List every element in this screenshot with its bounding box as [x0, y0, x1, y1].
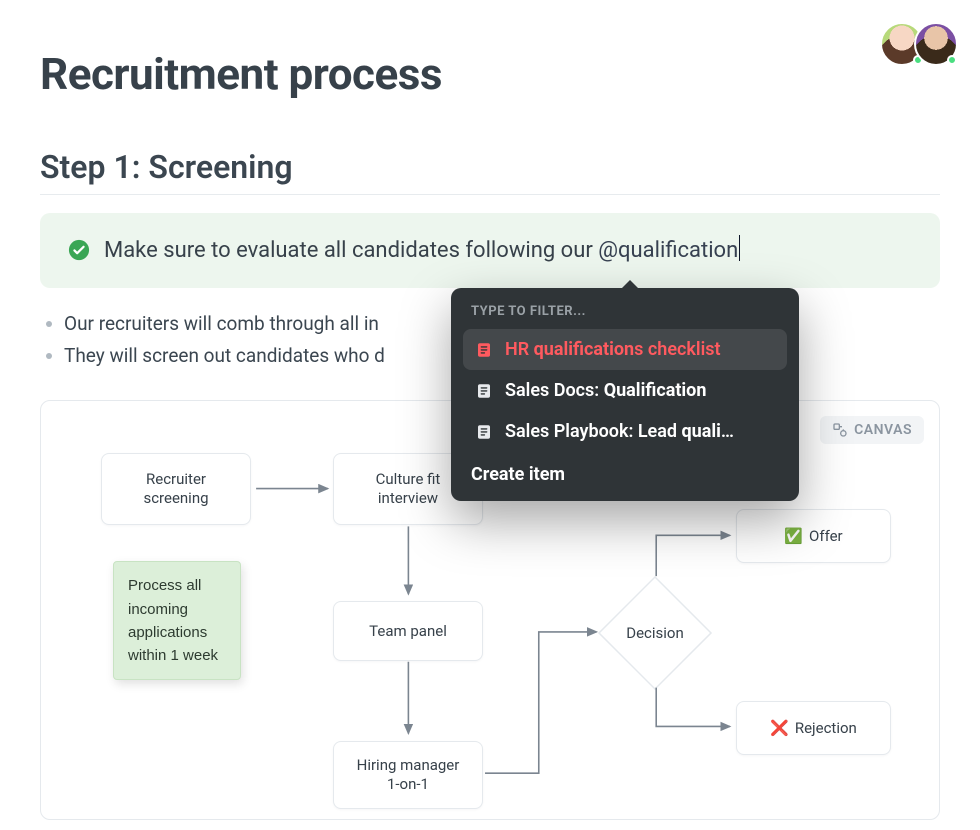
flow-node-hiring-manager[interactable]: Hiring manager 1-on-1	[333, 741, 483, 809]
callout-block[interactable]: Make sure to evaluate all candidates fol…	[40, 213, 940, 288]
sticky-note-text: Process all incoming applications within…	[128, 577, 218, 664]
presence-dot-icon	[947, 55, 957, 65]
document-icon	[475, 423, 493, 441]
flow-node-recruiter-screening[interactable]: Recruiter screening	[101, 453, 251, 525]
check-emoji-icon: ✅	[784, 527, 803, 547]
cross-emoji-icon: ❌	[770, 719, 789, 739]
text-caret	[739, 235, 740, 261]
flow-node-label: Hiring manager 1-on-1	[357, 756, 460, 795]
callout-text[interactable]: Make sure to evaluate all candidates fol…	[104, 235, 740, 266]
flow-node-offer[interactable]: ✅ Offer	[736, 509, 891, 563]
sticky-note[interactable]: Process all incoming applications within…	[113, 561, 241, 680]
autocomplete-header: TYPE TO FILTER...	[463, 302, 787, 329]
flow-node-label: Recruiter screening	[143, 470, 208, 509]
autocomplete-item[interactable]: HR qualifications checklist	[463, 329, 787, 370]
check-circle-icon	[68, 239, 90, 261]
canvas-icon	[832, 422, 848, 438]
autocomplete-item[interactable]: Sales Playbook: Lead quali…	[463, 411, 787, 452]
mention-autocomplete-popup: TYPE TO FILTER... HR qualifications chec…	[451, 288, 799, 501]
document-icon	[475, 382, 493, 400]
flow-node-team-panel[interactable]: Team panel	[333, 601, 483, 661]
callout-prefix: Make sure to evaluate all candidates fol…	[104, 238, 598, 263]
canvas-badge-label: CANVAS	[854, 422, 912, 438]
autocomplete-item-label: Sales Docs: Qualification	[505, 380, 706, 401]
flow-node-decision[interactable]: Decision	[595, 573, 715, 693]
flow-node-label: Culture fit interview	[376, 470, 441, 509]
collaborator-avatars	[880, 22, 958, 66]
section-divider	[40, 194, 940, 195]
page-title[interactable]: Recruitment process	[40, 48, 940, 100]
autocomplete-item-label: HR qualifications checklist	[505, 339, 721, 360]
flow-node-rejection[interactable]: ❌ Rejection	[736, 701, 891, 755]
autocomplete-item[interactable]: Sales Docs: Qualification	[463, 370, 787, 411]
section-title[interactable]: Step 1: Screening	[40, 148, 940, 186]
flow-node-label: Team panel	[369, 622, 447, 642]
flow-node-label: Offer	[809, 527, 843, 547]
autocomplete-item-label: Sales Playbook: Lead quali…	[505, 421, 734, 442]
canvas-badge: CANVAS	[820, 416, 924, 444]
avatar[interactable]	[914, 22, 958, 66]
mention-token[interactable]: @qualification	[598, 238, 738, 263]
autocomplete-create-item[interactable]: Create item	[463, 452, 787, 487]
flow-node-label: Decision	[626, 624, 684, 642]
flow-node-label: Rejection	[795, 719, 857, 739]
document-icon	[475, 341, 493, 359]
